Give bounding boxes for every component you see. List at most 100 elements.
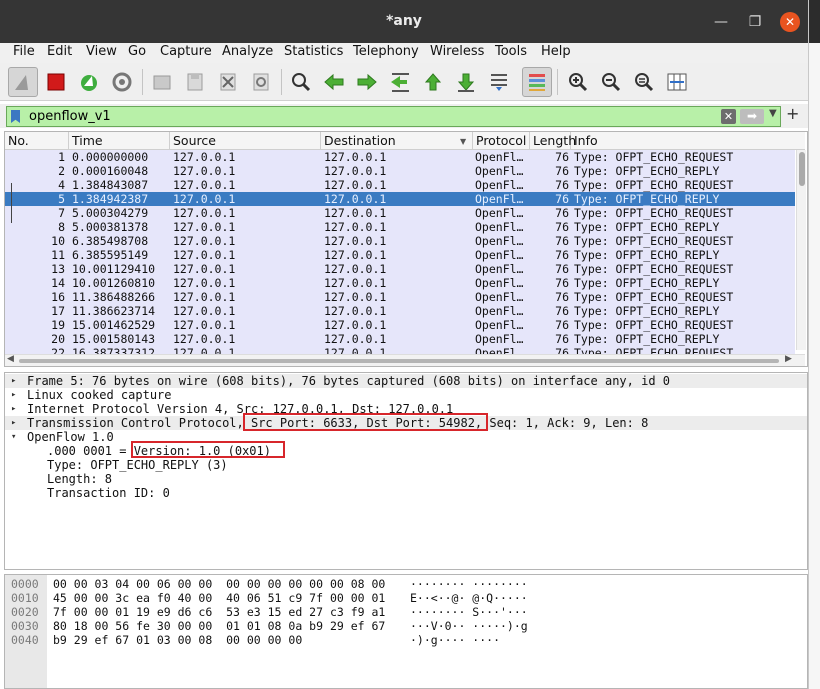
- cell-proto: OpenFl…: [475, 164, 524, 178]
- window-title: *any: [386, 13, 422, 29]
- detail-openflow-type[interactable]: Type: OFPT_ECHO_REPLY (3): [47, 458, 228, 472]
- column-header-no[interactable]: No.: [5, 132, 69, 150]
- cell-no: 10: [51, 234, 65, 248]
- reload-file-icon[interactable]: [246, 67, 276, 97]
- related-packet-marker-icon: [11, 183, 19, 223]
- expand-icon[interactable]: ▸: [11, 374, 21, 388]
- cell-time: 11.386488266: [72, 290, 156, 304]
- menu-wireless[interactable]: Wireless: [430, 43, 484, 61]
- restart-capture-icon[interactable]: [74, 67, 104, 97]
- cell-time: 6.385595149: [72, 248, 149, 262]
- bytes-hex[interactable]: 80 18 00 56 fe 30 00 00 01 01 08 0a b9 2…: [53, 619, 385, 633]
- detail-openflow[interactable]: ▾ OpenFlow 1.0: [5, 430, 807, 444]
- menu-help[interactable]: Help: [541, 43, 571, 61]
- cell-src: 127.0.0.1: [173, 304, 236, 318]
- colorize-icon[interactable]: [522, 67, 552, 97]
- expand-icon[interactable]: ▸: [11, 416, 21, 430]
- close-icon[interactable]: ✕: [780, 12, 800, 32]
- column-header-protocol[interactable]: Protocol: [473, 132, 530, 150]
- expand-icon[interactable]: ▸: [11, 402, 21, 416]
- packet-row[interactable]: 14 10.001260810 127.0.0.1 127.0.0.1 OpenFl… 7…: [5, 276, 795, 290]
- open-file-icon[interactable]: [147, 67, 177, 97]
- zoom-in-icon[interactable]: [563, 67, 593, 97]
- packet-row[interactable]: 11 6.385595149 127.0.0.1 127.0.0.1 OpenFl… 76…: [5, 248, 795, 262]
- menu-capture[interactable]: Capture: [160, 43, 212, 61]
- detail-openflow-length[interactable]: Length: 8: [47, 472, 112, 486]
- cell-time: 0.000000000: [72, 150, 149, 164]
- go-forward-icon[interactable]: [352, 67, 382, 97]
- packet-row[interactable]: 16 11.386488266 127.0.0.1 127.0.0.1 OpenFl… 7…: [5, 290, 795, 304]
- packet-row[interactable]: 10 6.385498708 127.0.0.1 127.0.0.1 OpenFl… 76…: [5, 234, 795, 248]
- last-packet-icon[interactable]: [451, 67, 481, 97]
- packet-row[interactable]: 5 1.384942387 127.0.0.1 127.0.0.1 OpenFl… 76 T…: [5, 192, 795, 206]
- capture-options-icon[interactable]: [107, 67, 137, 97]
- column-header-source[interactable]: Source: [170, 132, 321, 150]
- save-file-icon[interactable]: [180, 67, 210, 97]
- bytes-ascii[interactable]: ········ S···'···: [410, 605, 528, 619]
- menu-file[interactable]: File: [13, 43, 35, 61]
- bytes-hex[interactable]: b9 29 ef 67 01 03 00 08 00 00 00 00: [53, 633, 302, 647]
- stop-capture-icon[interactable]: [41, 67, 71, 97]
- bytes-hex[interactable]: 7f 00 00 01 19 e9 d6 c6 53 e3 15 ed 27 c…: [53, 605, 385, 619]
- menu-go[interactable]: Go: [128, 43, 146, 61]
- packet-row[interactable]: 13 10.001129410 127.0.0.1 127.0.0.1 OpenFl… 7…: [5, 262, 795, 276]
- bytes-hex[interactable]: 00 00 03 04 00 06 00 00 00 00 00 00 00 0…: [53, 577, 385, 591]
- bytes-ascii[interactable]: ·)·g···· ····: [410, 633, 500, 647]
- detail-openflow-xid[interactable]: Transaction ID: 0: [47, 486, 170, 500]
- cell-info: Type: OFPT_ECHO_REQUEST: [574, 262, 734, 276]
- filter-history-dropdown-icon[interactable]: ▼: [769, 108, 777, 119]
- add-filter-button[interactable]: +: [786, 104, 799, 123]
- expand-icon[interactable]: ▸: [11, 388, 21, 402]
- detail-frame[interactable]: ▸ Frame 5: 76 bytes on wire (608 bits), …: [5, 374, 807, 388]
- packet-row[interactable]: 7 5.000304279 127.0.0.1 127.0.0.1 OpenFl… 76 T…: [5, 206, 795, 220]
- packet-list-horizontal-scrollbar[interactable]: ◀ ▶: [5, 354, 805, 366]
- packet-row[interactable]: 17 11.386623714 127.0.0.1 127.0.0.1 OpenFl… 7…: [5, 304, 795, 318]
- column-header-time[interactable]: Time: [69, 132, 170, 150]
- zoom-out-icon[interactable]: [596, 67, 626, 97]
- menu-analyze[interactable]: Analyze: [222, 43, 273, 61]
- bytes-hex[interactable]: 45 00 00 3c ea f0 40 00 40 06 51 c9 7f 0…: [53, 591, 385, 605]
- packet-row[interactable]: 8 5.000381378 127.0.0.1 127.0.0.1 OpenFl… 76 T…: [5, 220, 795, 234]
- menu-view[interactable]: View: [86, 43, 117, 61]
- clear-filter-icon[interactable]: ✕: [721, 109, 736, 124]
- packet-list-vertical-scrollbar[interactable]: [796, 150, 806, 350]
- collapse-icon[interactable]: ▾: [11, 430, 21, 444]
- autoscroll-icon[interactable]: [484, 67, 514, 97]
- packet-row[interactable]: 4 1.384843087 127.0.0.1 127.0.0.1 OpenFl… 76 T…: [5, 178, 795, 192]
- cell-src: 127.0.0.1: [173, 248, 236, 262]
- minimize-icon[interactable]: —: [711, 12, 731, 32]
- first-packet-icon[interactable]: [418, 67, 448, 97]
- column-header-destination[interactable]: Destination: [321, 132, 473, 150]
- apply-filter-icon[interactable]: ➡: [740, 109, 764, 124]
- menu-edit[interactable]: Edit: [47, 43, 72, 61]
- packet-row[interactable]: 2 0.000160048 127.0.0.1 127.0.0.1 OpenFl… 76 T…: [5, 164, 795, 178]
- menu-telephony[interactable]: Telephony: [353, 43, 419, 61]
- shark-fin-icon[interactable]: [8, 67, 38, 97]
- packet-row[interactable]: 1 0.000000000 127.0.0.1 127.0.0.1 OpenFl… 76 T…: [5, 150, 795, 164]
- display-filter-field[interactable]: ✕ ➡ ▼: [6, 106, 781, 127]
- packet-row[interactable]: 19 15.001462529 127.0.0.1 127.0.0.1 OpenFl… 7…: [5, 318, 795, 332]
- find-packet-icon[interactable]: [286, 67, 316, 97]
- close-file-icon[interactable]: [213, 67, 243, 97]
- cell-no: 2: [58, 164, 65, 178]
- resize-columns-icon[interactable]: [662, 67, 692, 97]
- bytes-ascii[interactable]: E··<··@· @·Q·····: [410, 591, 528, 605]
- maximize-icon[interactable]: ❐: [745, 12, 765, 32]
- menu-tools[interactable]: Tools: [495, 43, 527, 61]
- column-header-length[interactable]: Length: [530, 132, 576, 150]
- menu-statistics[interactable]: Statistics: [284, 43, 343, 61]
- go-to-packet-icon[interactable]: [385, 67, 415, 97]
- cell-len: 76: [555, 290, 569, 304]
- detail-linux-cooked-capture[interactable]: ▸ Linux cooked capture: [5, 388, 807, 402]
- bytes-ascii[interactable]: ········ ········: [410, 577, 528, 591]
- cell-time: 10.001260810: [72, 276, 156, 290]
- bookmark-icon[interactable]: [11, 110, 20, 123]
- packet-row[interactable]: 20 15.001580143 127.0.0.1 127.0.0.1 OpenFl… 7…: [5, 332, 795, 346]
- column-header-info[interactable]: Info: [571, 132, 805, 150]
- cell-dst: 127.0.0.1: [324, 150, 387, 164]
- display-filter-input[interactable]: [23, 107, 703, 126]
- normal-size-icon[interactable]: [629, 67, 659, 97]
- bytes-ascii[interactable]: ···V·0·· ·····)·g: [410, 619, 528, 633]
- packet-list-header: No. Time Source Destination Protocol Len…: [5, 132, 805, 150]
- go-back-icon[interactable]: [319, 67, 349, 97]
